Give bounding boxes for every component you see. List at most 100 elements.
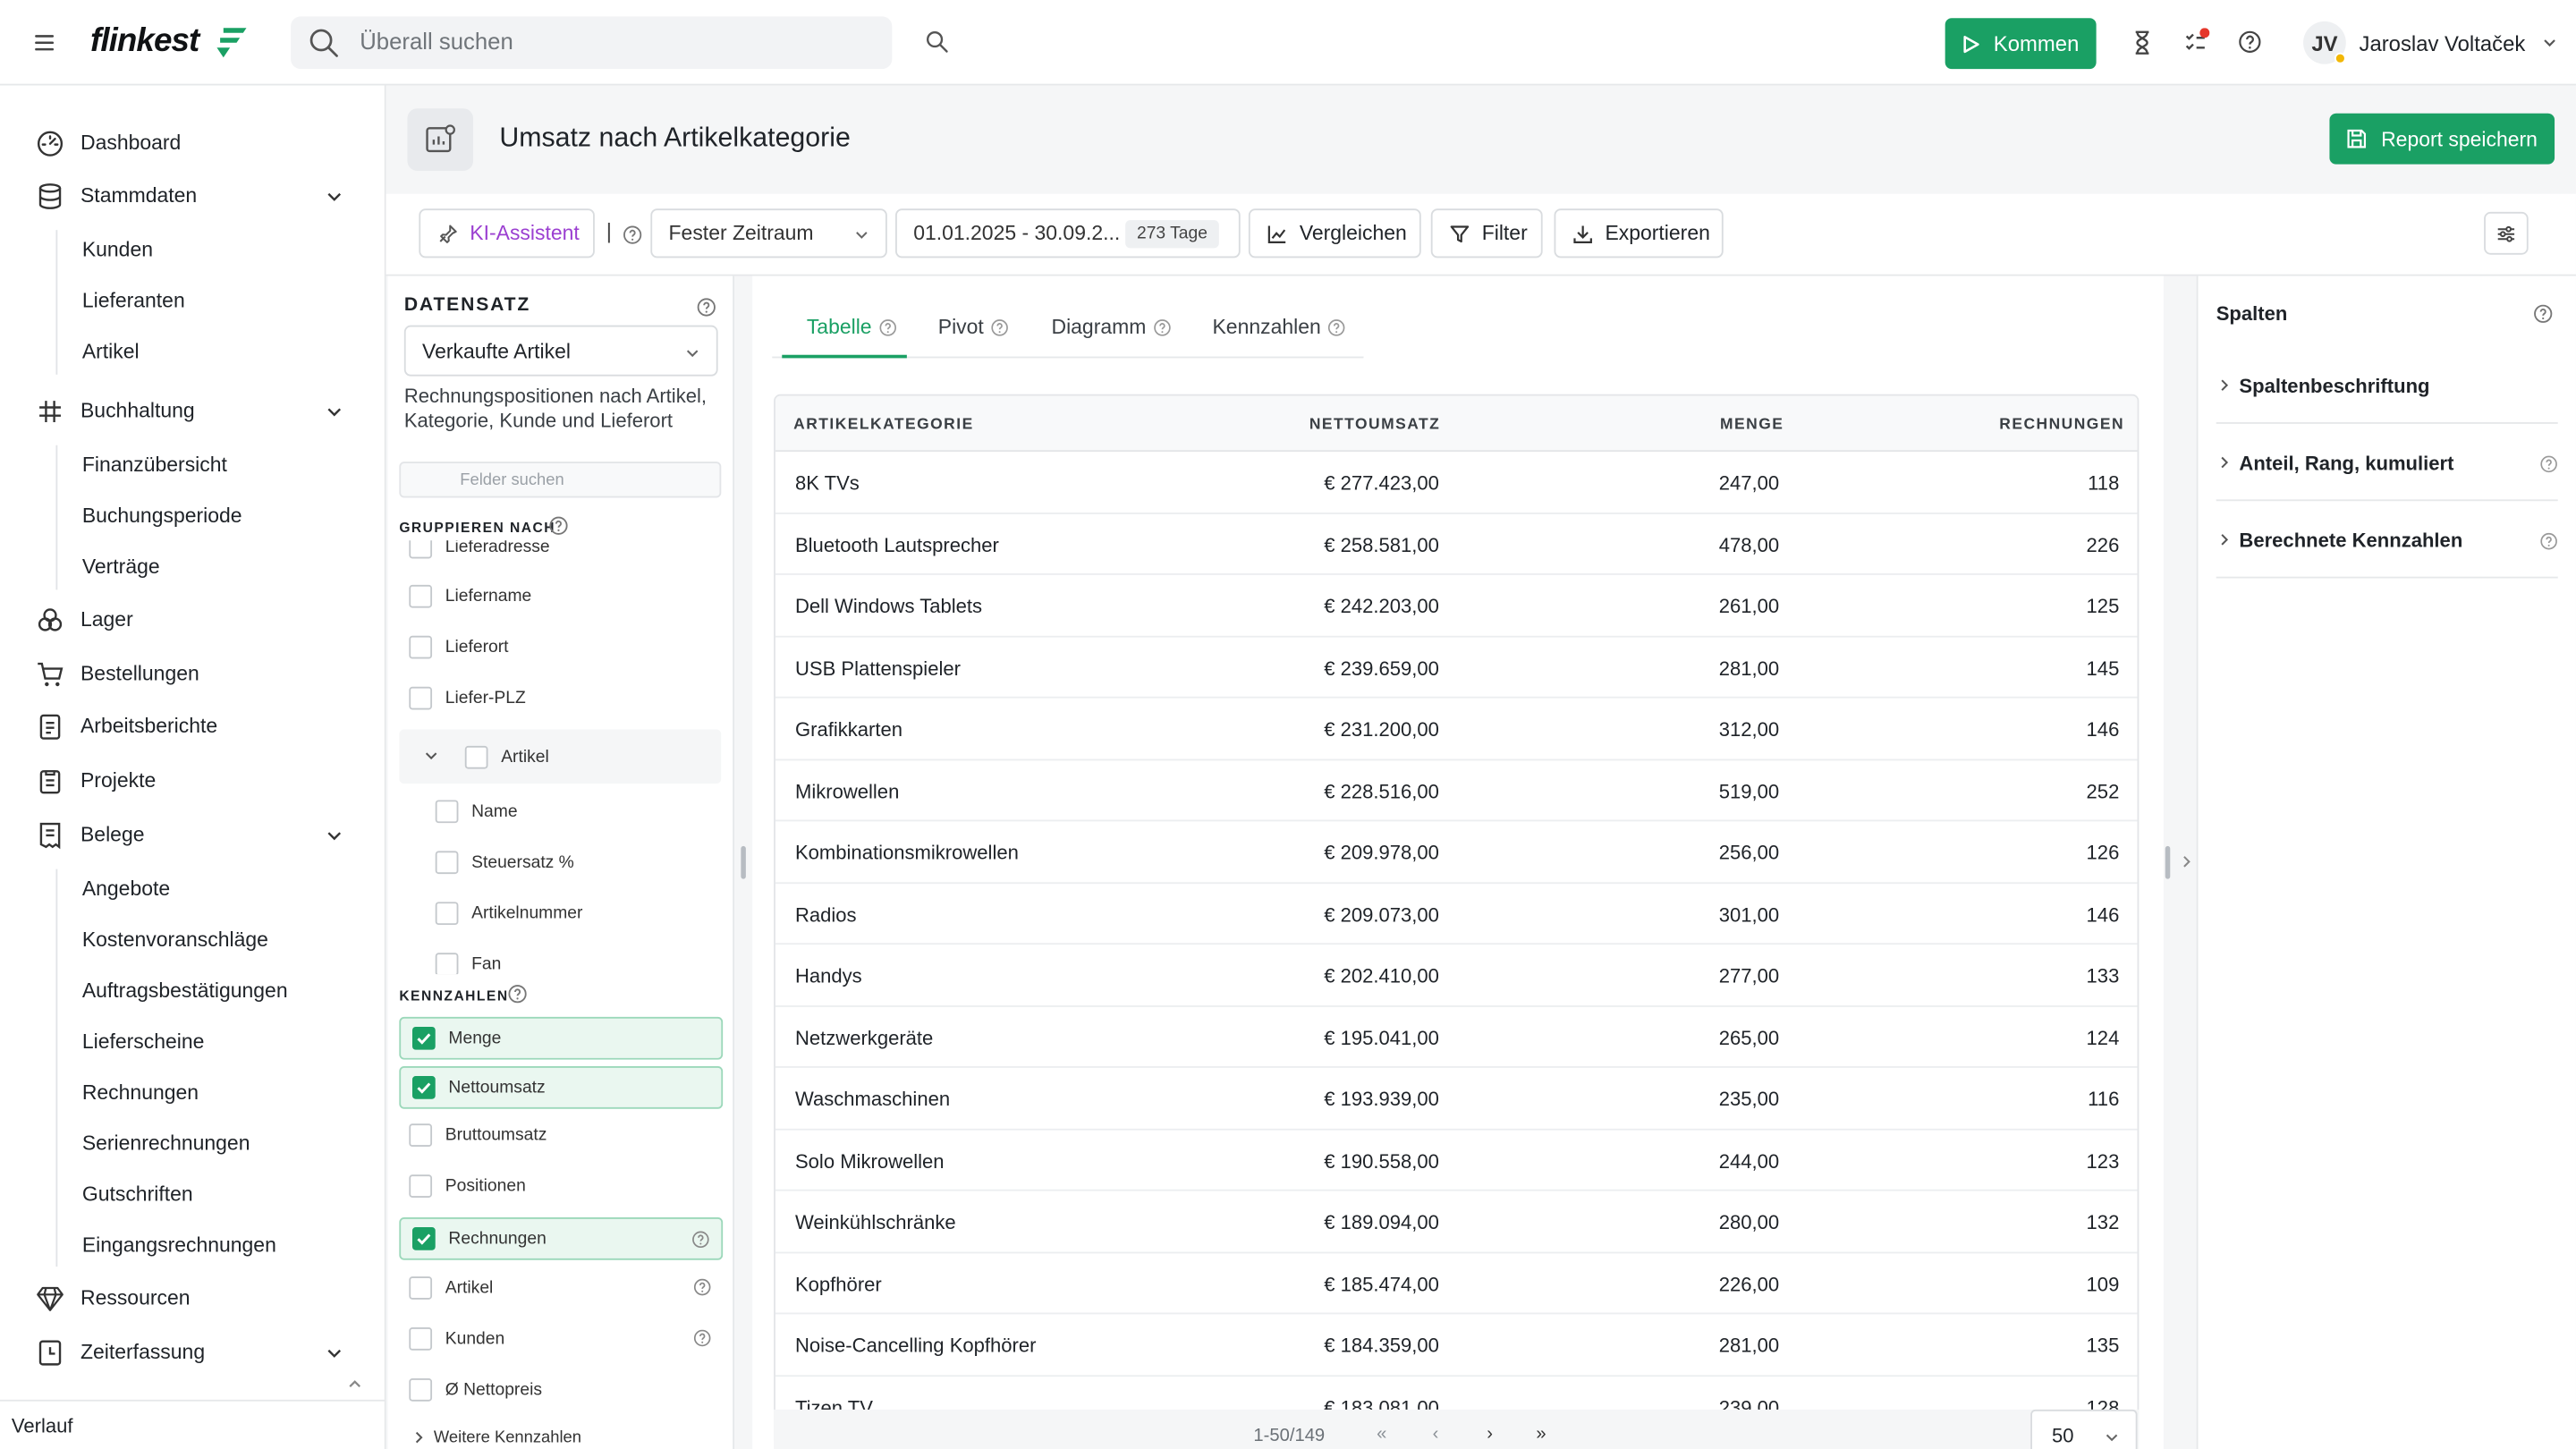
- help-icon[interactable]: [691, 1231, 709, 1249]
- sidebar-item-vertraege[interactable]: Verträge: [82, 555, 160, 579]
- table-row[interactable]: Waschmaschinen € 193.939,00 235,00 116: [775, 1068, 2138, 1130]
- help-icon[interactable]: [2238, 30, 2263, 55]
- checkbox[interactable]: [409, 540, 433, 559]
- sidebar-item-stammdaten[interactable]: Stammdaten: [0, 169, 386, 222]
- checkbox[interactable]: [409, 1327, 433, 1351]
- checkbox[interactable]: [409, 1174, 433, 1198]
- table-row[interactable]: Kombinationsmikrowellen € 209.978,00 256,0…: [775, 821, 2138, 884]
- sidebar-item-eingangsrechnungen[interactable]: Eingangsrechnungen: [82, 1233, 276, 1257]
- checkbox[interactable]: [435, 800, 459, 824]
- checkbox[interactable]: [409, 1377, 433, 1402]
- sidebar-item-arbeitsberichte[interactable]: Arbeitsberichte: [0, 699, 386, 752]
- column-header-menge[interactable]: MENGE: [1720, 416, 1784, 434]
- table-row[interactable]: Grafikkarten € 231.200,00 312,00 146: [775, 699, 2138, 760]
- sidebar-item-rechnungen[interactable]: Rechnungen: [82, 1081, 199, 1105]
- metric-menge[interactable]: Menge: [399, 1016, 724, 1060]
- user-menu[interactable]: JV Jaroslav Voltaček: [2303, 20, 2558, 65]
- metric-nettopreis[interactable]: Ø Nettopreis: [409, 1368, 721, 1411]
- artikel-field-steuersatz[interactable]: Steuersatz %: [435, 841, 715, 884]
- table-row[interactable]: Radios € 209.073,00 301,00 146: [775, 883, 2138, 945]
- sidebar-item-bestellungen[interactable]: Bestellungen: [0, 648, 386, 700]
- metric-nettoumsatz[interactable]: Nettoumsatz: [399, 1066, 724, 1109]
- help-icon[interactable]: [623, 225, 642, 245]
- next-page-icon[interactable]: ›: [1487, 1424, 1493, 1444]
- app-logo[interactable]: flinkest: [90, 23, 199, 61]
- checkbox-checked[interactable]: [412, 1076, 436, 1099]
- help-icon[interactable]: [693, 1329, 711, 1347]
- column-header-rechnungen[interactable]: RECHNUNGEN: [1999, 416, 2124, 434]
- global-search[interactable]: [291, 16, 893, 70]
- sidebar-item-lieferscheine[interactable]: Lieferscheine: [82, 1030, 205, 1054]
- group-field-lieferort[interactable]: Lieferort: [409, 626, 705, 669]
- table-row[interactable]: Solo Mikrowellen € 190.558,00 244,00 123: [775, 1130, 2138, 1191]
- sidebar-item-auftragsbestaetigungen[interactable]: Auftragsbestätigungen: [82, 979, 288, 1003]
- first-page-icon[interactable]: «: [1377, 1424, 1386, 1444]
- table-row[interactable]: Weinkühlschränke € 189.094,00 280,00 132: [775, 1191, 2138, 1253]
- filter-button[interactable]: Filter: [1430, 208, 1543, 258]
- table-row[interactable]: Noise-Cancelling Kopfhörer € 184.359,00 28…: [775, 1314, 2138, 1377]
- save-report-button[interactable]: Report speichern: [2329, 113, 2555, 165]
- help-icon[interactable]: [508, 984, 528, 1004]
- metric-kunden[interactable]: Kunden: [409, 1318, 721, 1360]
- help-icon[interactable]: [693, 1278, 711, 1296]
- column-header-nettoumsatz[interactable]: NETTOUMSATZ: [1309, 416, 1440, 434]
- artikel-field-fan[interactable]: Fan: [435, 943, 715, 975]
- page-size-select[interactable]: 50: [2030, 1409, 2138, 1449]
- metric-positionen[interactable]: Positionen: [409, 1165, 721, 1208]
- artikel-field-artikelnummer[interactable]: Artikelnummer: [435, 892, 715, 935]
- more-metrics-toggle[interactable]: Weitere Kennzahlen: [414, 1416, 710, 1445]
- ki-assistent-button[interactable]: KI-Assistent: [419, 208, 595, 258]
- checkbox-checked[interactable]: [412, 1026, 436, 1050]
- checkbox[interactable]: [464, 745, 488, 769]
- dataset-select[interactable]: Verkaufte Artikel: [403, 325, 718, 377]
- group-field-lieferadresse[interactable]: Lieferadresse: [409, 540, 705, 568]
- chevron-right-icon[interactable]: [2182, 854, 2191, 869]
- date-range-field[interactable]: 01.01.2025 - 30.09.2... 273 Tage: [895, 208, 1241, 258]
- tab-diagramm[interactable]: Diagramm: [1051, 316, 1171, 338]
- table-row[interactable]: Netzwerkgeräte € 195.041,00 265,00 124: [775, 1006, 2138, 1068]
- table-row[interactable]: Dell Windows Tablets € 242.203,00 261,00 12…: [775, 575, 2138, 637]
- hourglass-icon[interactable]: [2131, 30, 2154, 55]
- panel-resize-handle[interactable]: [2165, 845, 2171, 879]
- sidebar-item-serienrechnungen[interactable]: Serienrechnungen: [82, 1131, 250, 1155]
- artikel-group-field[interactable]: Artikel: [464, 736, 695, 779]
- table-row[interactable]: Mikrowellen € 228.516,00 519,00 252: [775, 759, 2138, 822]
- sidebar-item-zeiterfassung[interactable]: Zeiterfassung: [0, 1326, 386, 1378]
- panel-resize-handle[interactable]: [741, 845, 746, 879]
- tab-kennzahlen[interactable]: Kennzahlen: [1212, 316, 1345, 338]
- tab-pivot[interactable]: Pivot: [938, 316, 1009, 338]
- checkbox[interactable]: [409, 1123, 433, 1148]
- sidebar-item-kunden[interactable]: Kunden: [82, 238, 153, 261]
- tab-tabelle[interactable]: Tabelle: [807, 316, 896, 338]
- compare-button[interactable]: Vergleichen: [1248, 208, 1421, 258]
- group-field-liefer-plz[interactable]: Liefer-PLZ: [409, 677, 705, 720]
- chevron-up-icon[interactable]: [347, 1377, 363, 1390]
- section-berechnete-kennzahlen[interactable]: Berechnete Kennzahlen: [2216, 503, 2558, 579]
- sidebar-item-dashboard[interactable]: Dashboard: [0, 116, 386, 169]
- verlauf-footer[interactable]: Verlauf: [0, 1399, 386, 1449]
- help-icon[interactable]: [548, 516, 568, 536]
- table-row[interactable]: Handys € 202.410,00 277,00 133: [775, 945, 2138, 1006]
- section-spaltenbeschriftung[interactable]: Spaltenbeschriftung: [2216, 348, 2558, 424]
- group-field-liefername[interactable]: Liefername: [409, 575, 705, 618]
- help-icon[interactable]: [2540, 532, 2558, 550]
- sidebar-item-ressourcen[interactable]: Ressourcen: [0, 1272, 386, 1325]
- table-row[interactable]: 8K TVs € 277.423,00 247,00 118: [775, 452, 2138, 513]
- artikel-field-name[interactable]: Name: [435, 790, 715, 833]
- column-header-artikelkategorie[interactable]: ARTIKELKATEGORIE: [793, 416, 974, 434]
- checkbox[interactable]: [409, 635, 433, 659]
- checkbox-checked[interactable]: [412, 1227, 436, 1250]
- search-input[interactable]: [360, 28, 853, 55]
- table-row[interactable]: USB Plattenspieler € 239.659,00 281,00 145: [775, 637, 2138, 699]
- export-button[interactable]: Exportieren: [1554, 208, 1724, 258]
- artikel-group-row[interactable]: Artikel: [399, 729, 722, 784]
- sidebar-item-angebote[interactable]: Angebote: [82, 877, 170, 901]
- metric-rechnungen[interactable]: Rechnungen: [399, 1216, 724, 1260]
- sidebar-item-projekte[interactable]: Projekte: [0, 754, 386, 807]
- metric-artikel[interactable]: Artikel: [409, 1267, 721, 1309]
- metric-bruttoumsatz[interactable]: Bruttoumsatz: [409, 1114, 721, 1157]
- view-settings-button[interactable]: [2484, 211, 2529, 255]
- checkbox[interactable]: [435, 902, 459, 926]
- sidebar-item-kostenvoranschlaege[interactable]: Kostenvoranschläge: [82, 928, 268, 952]
- section-anteil-rang-kumuliert[interactable]: Anteil, Rang, kumuliert: [2216, 426, 2558, 502]
